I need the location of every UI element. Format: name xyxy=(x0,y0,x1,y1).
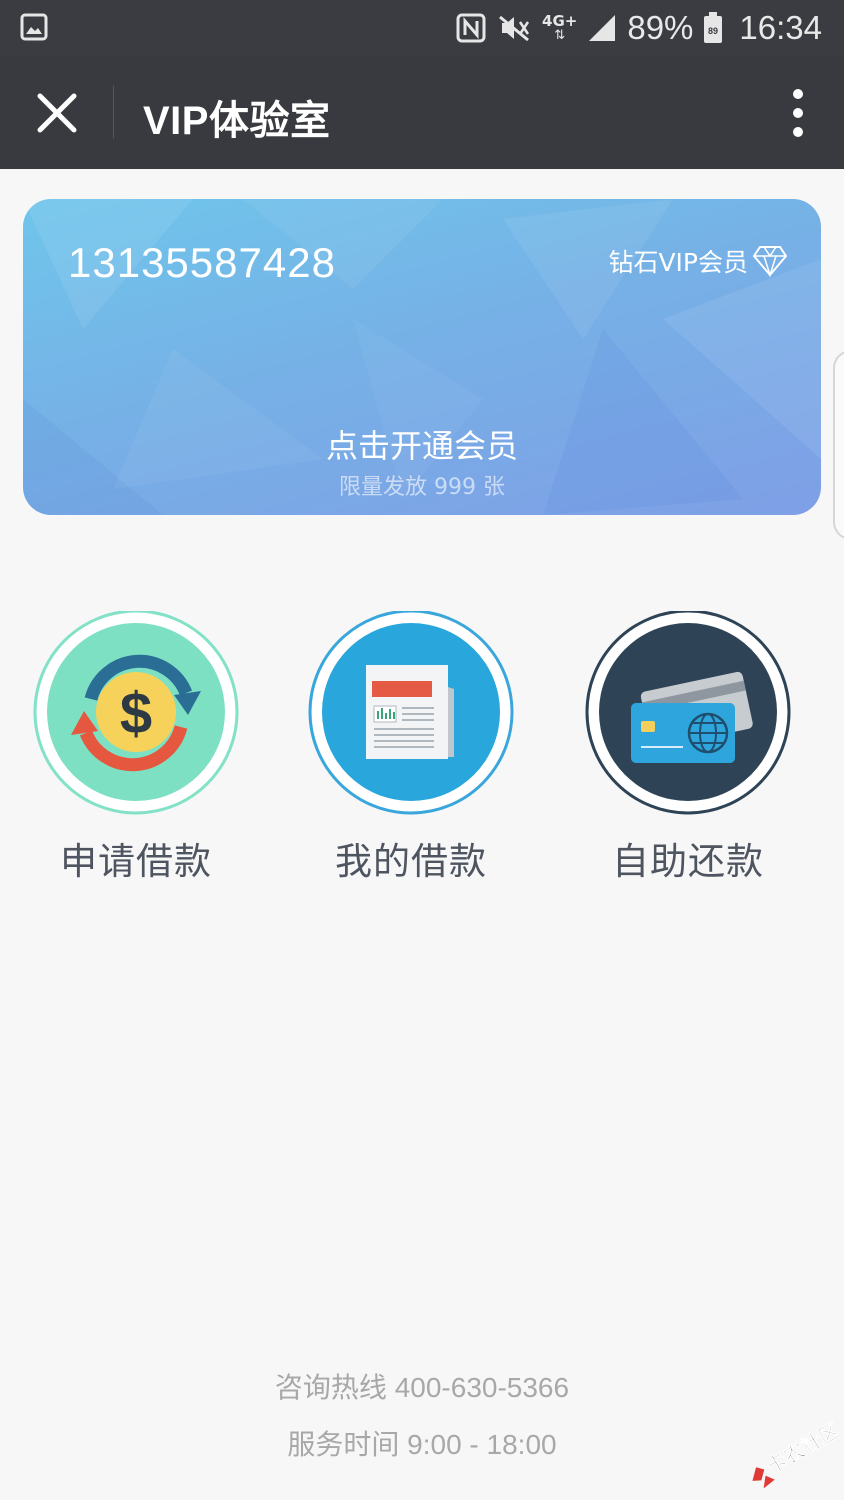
apply-loan-label: 申请借款 xyxy=(60,840,212,883)
card-phone-number: 13135587428 xyxy=(68,239,336,286)
footer-hotline[interactable]: 咨询热线 400-630-5366 xyxy=(0,1366,844,1406)
clock: 16:34 xyxy=(739,9,822,46)
signal-icon xyxy=(589,15,616,41)
money-exchange-icon: $ xyxy=(33,611,239,815)
network-type-label: 4G+ xyxy=(542,12,578,30)
battery-level-text: 89 xyxy=(708,26,718,36)
vip-level-label: 钻石VIP会员 xyxy=(608,248,748,277)
bank-card-icon xyxy=(585,611,791,815)
my-loans-button[interactable]: 我的借款 xyxy=(306,611,516,885)
more-vertical-icon[interactable] xyxy=(790,88,806,138)
footer-hours: 服务时间 9:00 - 18:00 xyxy=(287,1429,557,1460)
open-membership-link[interactable]: 点击开通会员 xyxy=(23,421,821,467)
self-repay-label: 自助还款 xyxy=(612,840,764,883)
gallery-icon xyxy=(20,13,48,41)
status-bar: 4G+ ⇅ 89% 89 16:34 xyxy=(0,0,844,56)
close-icon[interactable] xyxy=(30,86,84,140)
diamond-icon xyxy=(752,246,788,277)
battery-icon: 89 xyxy=(704,12,723,43)
network-icon: 4G+ ⇅ xyxy=(542,12,578,43)
side-pull-tab[interactable] xyxy=(833,350,844,540)
watermark-logo: 卡农社区 xyxy=(752,1418,840,1489)
my-loans-label: 我的借款 xyxy=(335,840,487,883)
apply-loan-button[interactable]: $ 申请借款 xyxy=(31,611,241,885)
battery-percent: 89% xyxy=(627,9,694,46)
newspaper-icon xyxy=(308,611,514,815)
data-arrows-icon: ⇅ xyxy=(554,28,566,43)
watermark-text: 卡农社区 xyxy=(762,1418,840,1479)
self-repay-button[interactable]: 自助还款 xyxy=(583,611,793,885)
nfc-icon xyxy=(456,13,486,43)
toolbar: VIP体验室 xyxy=(0,56,844,169)
vip-card[interactable]: 13135587428 钻石VIP会员 点击开通会员 限量发放 999 张 xyxy=(23,199,821,515)
mute-icon xyxy=(499,15,530,42)
toolbar-divider xyxy=(113,86,114,138)
limit-note: 限量发放 999 张 xyxy=(339,475,505,500)
vip-level: 钻石VIP会员 xyxy=(608,243,788,279)
page-title: VIP体验室 xyxy=(143,99,331,143)
svg-text:$: $ xyxy=(120,681,152,746)
